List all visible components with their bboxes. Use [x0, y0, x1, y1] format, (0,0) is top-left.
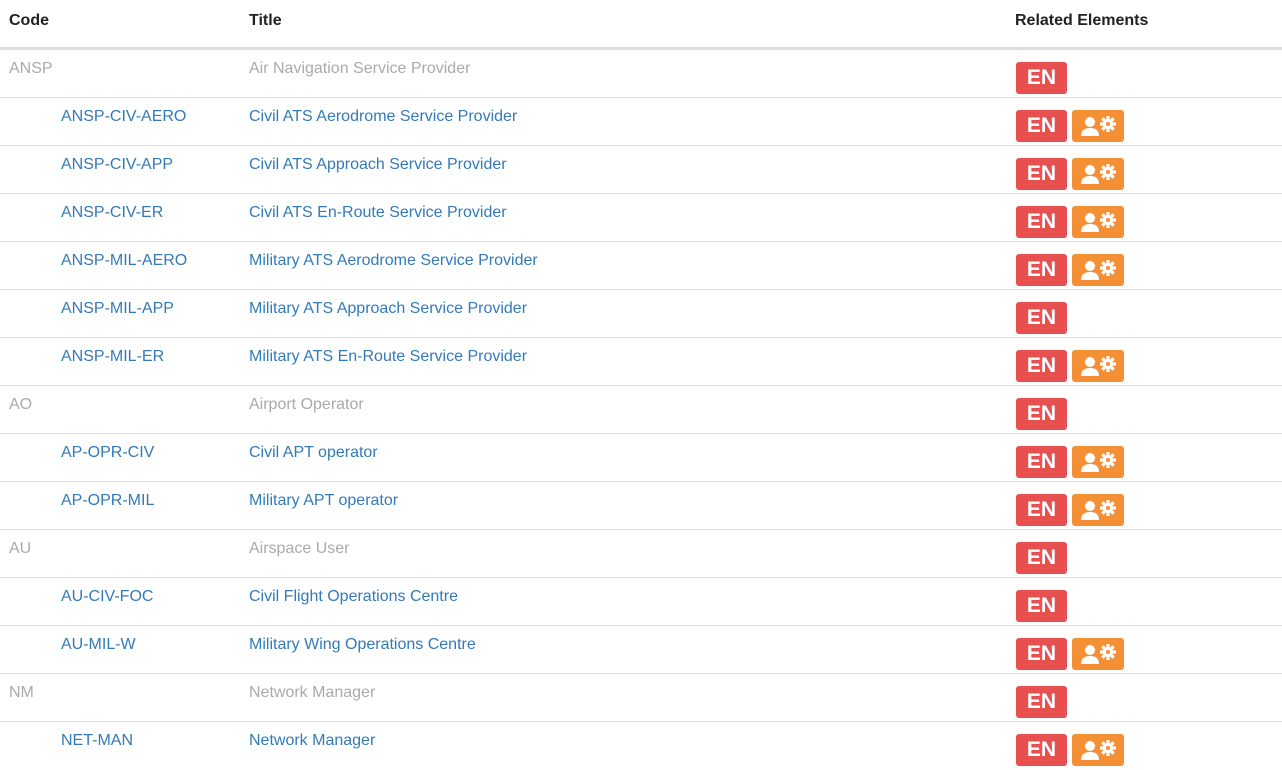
table-row: AU Airspace User EN: [0, 530, 1282, 578]
column-header-related-elements: Related Elements: [1015, 12, 1149, 29]
row-code[interactable]: ANSP-MIL-ER: [61, 348, 164, 366]
enabler-badge[interactable]: EN: [1016, 206, 1067, 238]
table-row: ANSP-CIV-APP Civil ATS Approach Service P…: [0, 146, 1282, 194]
row-code[interactable]: AU-MIL-W: [61, 636, 136, 654]
user-gear-icon[interactable]: [1072, 350, 1124, 382]
enabler-badge[interactable]: EN: [1016, 542, 1067, 574]
row-title[interactable]: Civil ATS En-Route Service Provider: [249, 204, 507, 222]
table-header: Code Title Related Elements: [0, 0, 1282, 50]
row-title: Airport Operator: [249, 396, 364, 413]
table-row: ANSP-CIV-AERO Civil ATS Aerodrome Service…: [0, 98, 1282, 146]
row-title[interactable]: Military APT operator: [249, 492, 398, 510]
row-code[interactable]: ANSP-CIV-AERO: [61, 108, 186, 126]
row-title[interactable]: Civil APT operator: [249, 444, 378, 462]
table-row: AO Airport Operator EN: [0, 386, 1282, 434]
enabler-badge[interactable]: EN: [1016, 110, 1067, 142]
table-body: ANSP Air Navigation Service Provider EN ANS…: [0, 50, 1282, 770]
row-title: Airspace User: [249, 540, 350, 557]
table-row: ANSP-MIL-APP Military ATS Approach Servic…: [0, 290, 1282, 338]
row-title[interactable]: Military Wing Operations Centre: [249, 636, 476, 654]
table-row: AU-MIL-W Military Wing Operations Centre E…: [0, 626, 1282, 674]
row-title: Network Manager: [249, 684, 376, 701]
table-row: NET-MAN Network Manager EN: [0, 722, 1282, 770]
user-gear-icon[interactable]: [1072, 494, 1124, 526]
row-code: ANSP: [9, 60, 53, 77]
table-row: AU-CIV-FOC Civil Flight Operations Centre…: [0, 578, 1282, 626]
enabler-badge[interactable]: EN: [1016, 350, 1067, 382]
table-row: ANSP Air Navigation Service Provider EN: [0, 50, 1282, 98]
enabler-badge[interactable]: EN: [1016, 398, 1067, 430]
enabler-badge[interactable]: EN: [1016, 638, 1067, 670]
enabler-badge[interactable]: EN: [1016, 494, 1067, 526]
user-gear-icon[interactable]: [1072, 254, 1124, 286]
enabler-badge[interactable]: EN: [1016, 734, 1067, 766]
table-row: AP-OPR-MIL Military APT operator EN: [0, 482, 1282, 530]
user-gear-icon[interactable]: [1072, 446, 1124, 478]
enabler-badge[interactable]: EN: [1016, 62, 1067, 94]
row-title[interactable]: Military ATS Aerodrome Service Provider: [249, 252, 538, 270]
table-row: ANSP-MIL-AERO Military ATS Aerodrome Serv…: [0, 242, 1282, 290]
table-row: AP-OPR-CIV Civil APT operator EN: [0, 434, 1282, 482]
row-title[interactable]: Network Manager: [249, 732, 375, 750]
row-code: AU: [9, 540, 32, 557]
row-code: AO: [9, 396, 33, 413]
enabler-badge[interactable]: EN: [1016, 590, 1067, 622]
row-code: NM: [9, 684, 34, 701]
user-gear-icon[interactable]: [1072, 110, 1124, 142]
row-title: Air Navigation Service Provider: [249, 60, 471, 77]
row-title[interactable]: Military ATS Approach Service Provider: [249, 300, 527, 318]
table-row: NM Network Manager EN: [0, 674, 1282, 722]
enabler-badge[interactable]: EN: [1016, 446, 1067, 478]
row-code[interactable]: ANSP-CIV-APP: [61, 156, 173, 174]
row-code[interactable]: ANSP-MIL-AERO: [61, 252, 187, 270]
row-code[interactable]: AP-OPR-MIL: [61, 492, 154, 510]
row-code[interactable]: ANSP-CIV-ER: [61, 204, 163, 222]
row-code[interactable]: ANSP-MIL-APP: [61, 300, 174, 318]
row-code[interactable]: AP-OPR-CIV: [61, 444, 154, 462]
column-header-code[interactable]: Code: [9, 12, 49, 30]
row-code[interactable]: NET-MAN: [61, 732, 133, 750]
user-gear-icon[interactable]: [1072, 638, 1124, 670]
row-code[interactable]: AU-CIV-FOC: [61, 588, 153, 606]
row-title[interactable]: Civil ATS Approach Service Provider: [249, 156, 507, 174]
enabler-badge[interactable]: EN: [1016, 254, 1067, 286]
user-gear-icon[interactable]: [1072, 734, 1124, 766]
row-title[interactable]: Military ATS En-Route Service Provider: [249, 348, 527, 366]
table-row: ANSP-CIV-ER Civil ATS En-Route Service Pr…: [0, 194, 1282, 242]
row-title[interactable]: Civil ATS Aerodrome Service Provider: [249, 108, 517, 126]
enabler-badge[interactable]: EN: [1016, 158, 1067, 190]
enabler-badge[interactable]: EN: [1016, 686, 1067, 718]
stakeholder-table: Code Title Related Elements ANSP Air Navi…: [0, 0, 1282, 770]
enabler-badge[interactable]: EN: [1016, 302, 1067, 334]
row-title[interactable]: Civil Flight Operations Centre: [249, 588, 458, 606]
table-row: ANSP-MIL-ER Military ATS En-Route Service…: [0, 338, 1282, 386]
user-gear-icon[interactable]: [1072, 158, 1124, 190]
column-header-title[interactable]: Title: [249, 12, 282, 30]
user-gear-icon[interactable]: [1072, 206, 1124, 238]
